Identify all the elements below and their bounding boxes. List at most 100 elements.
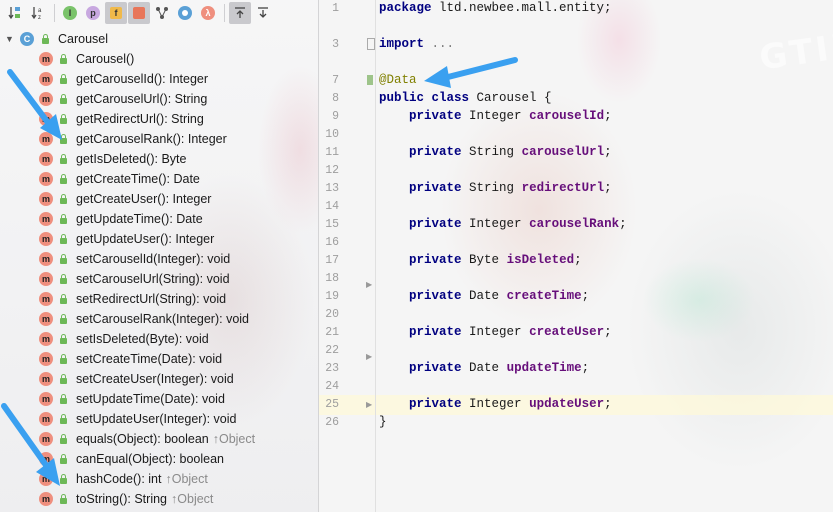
public-lock-icon [58,354,68,364]
keyword-private: private [409,109,462,123]
line-number: 16 [325,236,339,249]
method-signature: setCarouselRank(Integer): void [76,312,249,326]
tree-method-item[interactable]: m setCarouselRank(Integer): void [0,309,318,329]
field-name: updateTime [506,361,582,375]
implemented-marker-icon[interactable]: ▶ [366,280,372,289]
folded-imports[interactable]: ... [424,37,455,51]
show-non-public-icon [133,7,145,19]
method-signature: getCarouselUrl(): String [76,92,208,106]
method-icon: m [39,72,53,86]
fold-marker-icon[interactable] [367,38,375,50]
code-line-closing-brace: } [379,415,387,429]
inherited-from-label: ↑Object [165,472,208,486]
closing-brace: } [379,415,387,429]
method-signature: getUpdateUser(): Integer [76,232,215,246]
method-signature: setIsDeleted(Byte): void [76,332,209,346]
method-icon: m [39,92,53,106]
tree-method-item[interactable]: m setUpdateUser(Integer): void [0,409,318,429]
tree-method-item[interactable]: m setRedirectUrl(String): void [0,289,318,309]
method-signature: getUpdateTime(): Date [76,212,203,226]
sort-by-visibility-button[interactable] [4,2,26,24]
sort-alphabetically-button[interactable]: az [27,2,49,24]
tree-method-item[interactable]: m setCreateUser(Integer): void [0,369,318,389]
show-non-public-button[interactable] [128,2,150,24]
method-signature: setUpdateTime(Date): void [76,392,225,406]
field-type: Integer [469,217,522,231]
tree-method-item[interactable]: m hashCode(): int ↑Object [0,469,318,489]
tree-method-item[interactable]: m equals(Object): boolean ↑Object [0,429,318,449]
tree-method-item[interactable]: m getIsDeleted(): Byte [0,149,318,169]
show-anonymous-button[interactable] [174,2,196,24]
method-icon: m [39,272,53,286]
code-line-field: private Integer carouselId; [409,109,612,123]
method-signature: setRedirectUrl(String): void [76,292,227,306]
tree-method-item[interactable]: m getUpdateUser(): Integer [0,229,318,249]
tree-method-item[interactable]: m Carousel() [0,49,318,69]
tree-method-item[interactable]: m setIsDeleted(Byte): void [0,329,318,349]
tree-method-item[interactable]: m getUpdateTime(): Date [0,209,318,229]
code-line-field: private String carouselUrl; [409,145,612,159]
svg-text:z: z [38,15,41,20]
tree-method-item[interactable]: m getCarouselRank(): Integer [0,129,318,149]
show-interfaces-button[interactable]: I [59,2,81,24]
tree-method-item[interactable]: m getCarouselId(): Integer [0,69,318,89]
keyword-private: private [409,361,462,375]
tree-method-item[interactable]: m setCarouselId(Integer): void [0,249,318,269]
tree-method-item[interactable]: m canEqual(Object): boolean [0,449,318,469]
keyword-public: public [379,91,425,105]
method-icon: m [39,292,53,306]
show-interfaces-icon: I [63,6,77,20]
implemented-marker-icon[interactable]: ▶ [366,400,372,409]
public-lock-icon [58,114,68,124]
show-properties-button[interactable]: p [82,2,104,24]
tree-method-item[interactable]: m getRedirectUrl(): String [0,109,318,129]
public-lock-icon [58,434,68,444]
annotation-data: @Data [379,73,417,87]
show-inherited-icon [156,7,168,19]
ide-window: az I p f λ ▼ C Carousel m Carousel() m g… [0,0,833,512]
code-line-package: package ltd.newbee.mall.entity; [379,1,612,15]
line-number: 14 [325,200,339,213]
keyword-private: private [409,217,462,231]
public-lock-icon [58,234,68,244]
line-number: 10 [325,128,339,141]
collapse-all-button[interactable] [252,2,274,24]
class-icon: C [20,32,34,46]
show-inherited-button[interactable] [151,2,173,24]
method-icon: m [39,312,53,326]
tree-method-item[interactable]: m setUpdateTime(Date): void [0,389,318,409]
public-lock-icon [40,34,50,44]
tree-method-item[interactable]: m getCreateUser(): Integer [0,189,318,209]
method-icon: m [39,412,53,426]
public-lock-icon [58,374,68,384]
code-line-class-declaration: public class Carousel { [379,91,552,105]
public-lock-icon [58,254,68,264]
tree-root-carousel[interactable]: ▼ C Carousel [0,29,318,49]
method-signature: hashCode(): int [76,472,162,486]
keyword-private: private [409,181,462,195]
show-lambdas-button[interactable]: λ [197,2,219,24]
line-number: 20 [325,308,339,321]
method-signature: setCreateUser(Integer): void [76,372,234,386]
tree-method-item[interactable]: m getCreateTime(): Date [0,169,318,189]
tree-method-item[interactable]: m getCarouselUrl(): String [0,89,318,109]
show-fields-button[interactable]: f [105,2,127,24]
public-lock-icon [58,494,68,504]
tree-method-item[interactable]: m setCarouselUrl(String): void [0,269,318,289]
tree-method-item[interactable]: m setCreateTime(Date): void [0,349,318,369]
public-lock-icon [58,294,68,304]
code-line-field: private Integer carouselRank; [409,217,627,231]
expand-all-button[interactable] [229,2,251,24]
tree-method-item[interactable]: m toString(): String ↑Object [0,489,318,509]
code-line-field: private String redirectUrl; [409,181,612,195]
expand-arrow-icon[interactable]: ▼ [5,34,14,44]
code-editor[interactable]: GTING! 1 3 7 8 9 10 11 12 13 14 15 16 17 18 19 20 21 22 23… [319,0,833,512]
method-icon: m [39,252,53,266]
field-type: Date [469,361,500,375]
implemented-marker-icon[interactable]: ▶ [366,352,372,361]
public-lock-icon [58,454,68,464]
line-number: 21 [325,326,339,339]
code-line-field: private Date createTime; [409,289,590,303]
method-signature: getCreateUser(): Integer [76,192,212,206]
keyword-import: import [379,37,425,51]
